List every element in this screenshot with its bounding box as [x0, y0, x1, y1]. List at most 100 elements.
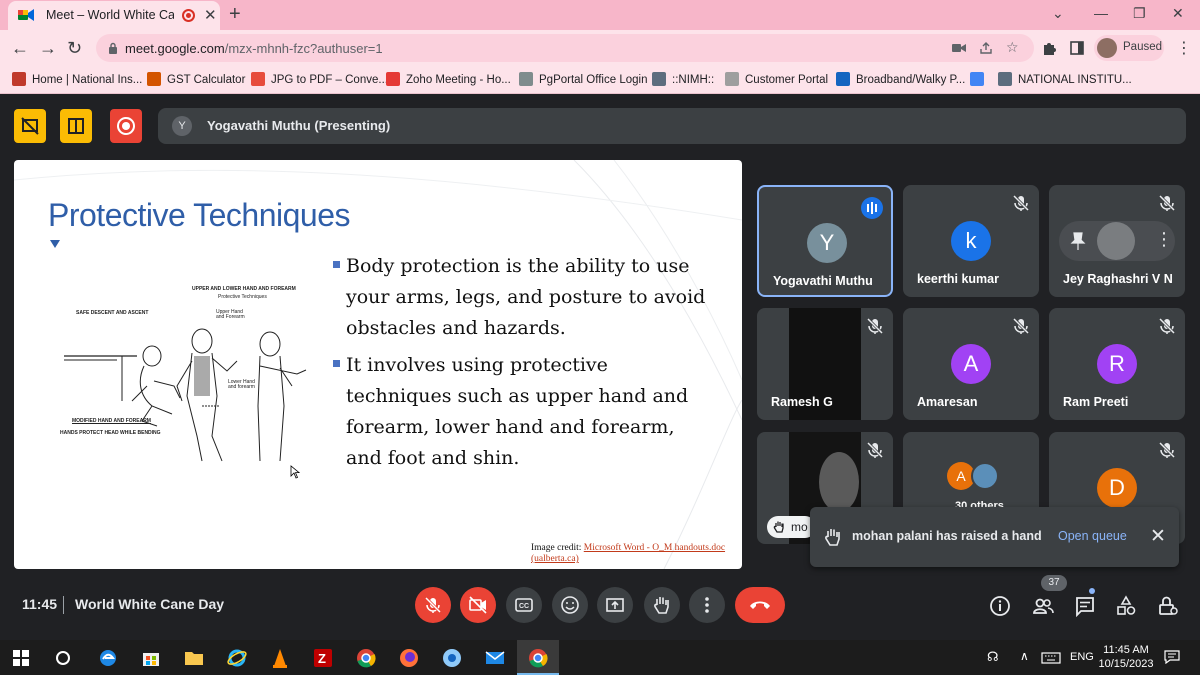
new-tab-button[interactable]: +: [229, 3, 241, 26]
participant-tile[interactable]: Y Yogavathi Muthu: [757, 185, 893, 297]
browser-menu-icon[interactable]: ⋮: [1176, 38, 1192, 58]
search-icon[interactable]: [52, 647, 74, 669]
tab-search-icon[interactable]: ⌄: [1052, 5, 1064, 22]
bookmark-item[interactable]: Home | National Ins...: [12, 72, 142, 86]
more-options-button[interactable]: [689, 587, 725, 623]
address-bar[interactable]: meet.google.com/mzx-mhnh-fzc?authuser=1 …: [96, 34, 1034, 62]
participant-name: Ramesh G: [771, 395, 833, 409]
bookmark-item[interactable]: PgPortal Office Login: [519, 72, 647, 86]
bookmark-favicon-icon: [147, 72, 161, 86]
recording-button[interactable]: [110, 109, 142, 143]
raised-hand-icon: [773, 521, 784, 533]
vlc-icon[interactable]: [269, 647, 291, 669]
present-now-button[interactable]: [597, 587, 633, 623]
participant-name: Yogavathi Muthu: [773, 274, 873, 288]
firefox-icon[interactable]: [398, 647, 420, 669]
close-icon[interactable]: ✕: [1150, 525, 1166, 548]
file-explorer-icon[interactable]: [183, 647, 205, 669]
bookmark-favicon-icon: [836, 72, 850, 86]
keyboard-icon[interactable]: [1041, 652, 1061, 664]
avatar: [1097, 38, 1117, 58]
chrome-icon[interactable]: [355, 647, 377, 669]
bookmark-star-icon[interactable]: ☆: [1006, 39, 1019, 56]
bullet-square-icon: [333, 261, 340, 268]
camera-blocked-icon[interactable]: [952, 42, 966, 54]
store-icon[interactable]: [140, 647, 162, 669]
notifications-icon[interactable]: [1164, 650, 1180, 664]
internet-explorer-icon[interactable]: [226, 647, 248, 669]
profile-button[interactable]: Paused: [1094, 35, 1164, 61]
participant-name: Ram Preeti: [1063, 395, 1129, 409]
mic-off-icon: [1158, 194, 1176, 212]
participant-name: keerthi kumar: [917, 272, 999, 286]
language-indicator[interactable]: ENG: [1070, 651, 1094, 663]
settings-app-icon[interactable]: [441, 647, 463, 669]
presentation-layout-button[interactable]: [60, 109, 92, 143]
mic-off-icon: [1012, 194, 1030, 212]
participant-tile[interactable]: Ramesh G: [757, 308, 893, 420]
mail-icon[interactable]: [484, 647, 506, 669]
bookmark-item[interactable]: Customer Portal: [725, 72, 828, 86]
avatar: [1097, 222, 1135, 260]
chevron-up-icon[interactable]: ∧: [1020, 649, 1029, 663]
windows-start-icon[interactable]: [10, 647, 32, 669]
slide-bullet: Body protection is the ability to use yo…: [333, 251, 705, 346]
open-queue-button[interactable]: Open queue: [1058, 529, 1127, 543]
more-options-icon[interactable]: ⋮: [1155, 229, 1173, 250]
side-panel-icon[interactable]: [1070, 41, 1084, 55]
participant-tile[interactable]: ⋮ Jey Raghashri V N: [1049, 185, 1185, 297]
bookmark-item[interactable]: Broadband/Walky P...: [836, 72, 965, 86]
bookmark-favicon-icon: [652, 72, 666, 86]
captions-off-button[interactable]: [14, 109, 46, 143]
people-tray-icon[interactable]: ☊: [987, 649, 999, 665]
activities-icon[interactable]: [1115, 595, 1137, 617]
avatar: D: [1097, 468, 1137, 508]
more-options-icon: [705, 597, 709, 613]
bookmark-favicon-icon: [725, 72, 739, 86]
slide-title-marker: [50, 240, 60, 248]
illustration-caption: Upper Hand and Forearm: [216, 309, 245, 320]
tab-close-icon[interactable]: ✕: [204, 6, 217, 24]
mic-off-icon: [866, 441, 884, 459]
chat-icon[interactable]: [1074, 595, 1096, 617]
close-window-button[interactable]: ✕: [1172, 5, 1184, 22]
host-controls-icon[interactable]: [1157, 595, 1179, 617]
minimize-button[interactable]: —: [1094, 5, 1108, 21]
bookmark-item[interactable]: ::NIMH::: [652, 72, 714, 86]
recording-icon: [182, 9, 195, 22]
restore-button[interactable]: ❐: [1133, 5, 1146, 22]
participant-tile[interactable]: k keerthi kumar: [903, 185, 1039, 297]
taskbar-active-app[interactable]: [517, 640, 559, 675]
filezilla-icon[interactable]: Z: [312, 647, 334, 669]
bookmark-item[interactable]: [970, 72, 990, 86]
system-clock[interactable]: 11:45 AM 10/15/2023: [1098, 643, 1154, 671]
captions-button[interactable]: CC: [506, 587, 542, 623]
bookmark-item[interactable]: GST Calculator: [147, 72, 245, 86]
unread-dot: [1089, 588, 1095, 594]
url-text: meet.google.com/mzx-mhnh-fzc?authuser=1: [125, 41, 383, 56]
illustration-caption: UPPER AND LOWER HAND AND FOREARM: [192, 286, 296, 292]
camera-toggle-button[interactable]: [460, 587, 496, 623]
pin-icon[interactable]: [1069, 231, 1087, 251]
end-call-button[interactable]: [735, 587, 785, 623]
reload-icon[interactable]: ↻: [67, 38, 82, 59]
reactions-button[interactable]: [552, 587, 588, 623]
edge-icon[interactable]: [97, 647, 119, 669]
microphone-toggle-button[interactable]: [415, 587, 451, 623]
avatar: R: [1097, 344, 1137, 384]
bookmark-item[interactable]: NATIONAL INSTITU...: [998, 72, 1132, 86]
participant-tile[interactable]: R Ram Preeti: [1049, 308, 1185, 420]
browser-tab-meet[interactable]: Meet – World White Cane D ✕: [8, 1, 220, 30]
share-icon[interactable]: [979, 41, 993, 55]
participant-tile[interactable]: A Amaresan: [903, 308, 1039, 420]
forward-arrow-icon[interactable]: →: [39, 38, 57, 59]
meeting-details-icon[interactable]: [989, 595, 1011, 617]
bookmark-item[interactable]: JPG to PDF – Conve...: [251, 72, 388, 86]
bookmark-item[interactable]: Zoho Meeting - Ho...: [386, 72, 511, 86]
extensions-icon[interactable]: [1042, 41, 1057, 56]
people-icon[interactable]: [1032, 595, 1054, 617]
back-arrow-icon[interactable]: ←: [11, 38, 29, 59]
avatar: Y: [807, 223, 847, 263]
speaking-indicator-icon: [861, 197, 883, 219]
raise-hand-button[interactable]: [644, 587, 680, 623]
